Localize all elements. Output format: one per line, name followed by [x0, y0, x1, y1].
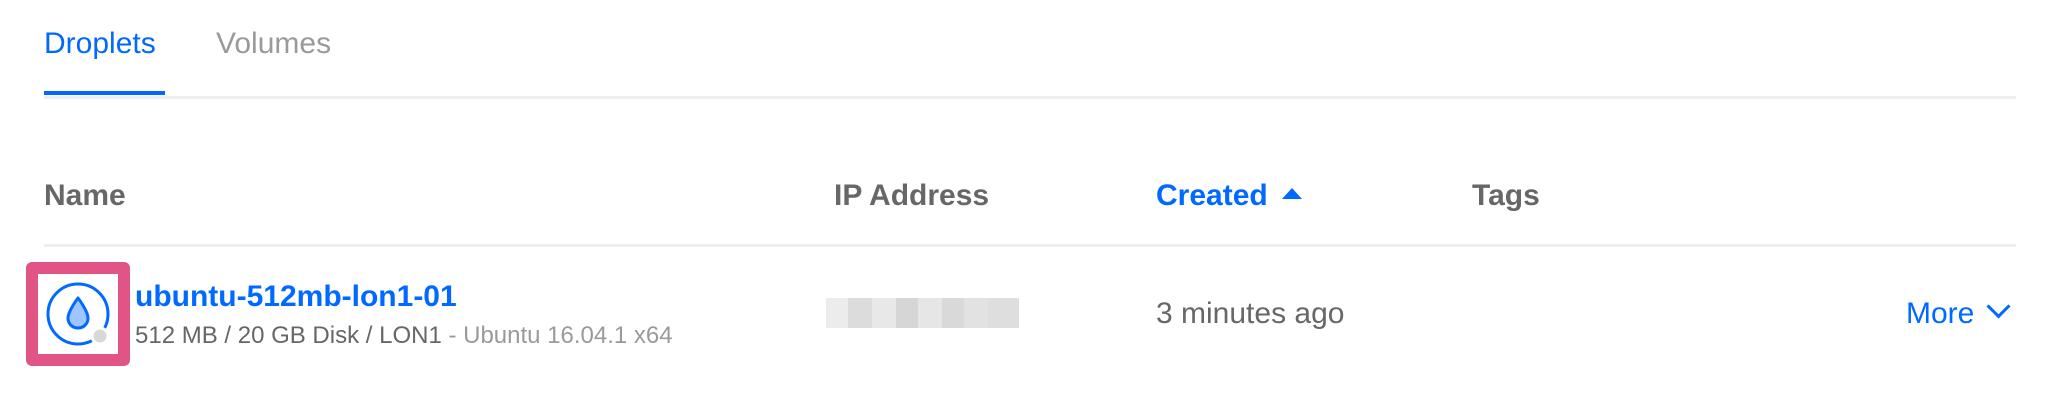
- column-header-ip-address[interactable]: IP Address: [834, 176, 989, 216]
- column-header-created-label: Created: [1156, 179, 1268, 212]
- table-header-divider: [44, 244, 2016, 247]
- created-time: 3 minutes ago: [1156, 297, 1345, 330]
- more-button-label: More: [1906, 297, 1975, 330]
- column-header-created[interactable]: Created: [1156, 176, 1302, 216]
- droplet-size-region: 512 MB / 20 GB Disk / LON1: [135, 322, 442, 349]
- chevron-down-icon: [1986, 294, 2011, 319]
- tab-droplets[interactable]: Droplets: [44, 24, 156, 64]
- column-header-name[interactable]: Name: [44, 176, 126, 216]
- sort-ascending-icon: [1281, 188, 1302, 199]
- more-button[interactable]: More: [1906, 294, 2011, 334]
- tab-volumes[interactable]: Volumes: [216, 24, 331, 64]
- active-tab-indicator: [44, 91, 165, 95]
- column-header-tags[interactable]: Tags: [1472, 176, 1540, 216]
- droplet-specs: 512 MB / 20 GB Disk / LON1 - Ubuntu 16.0…: [135, 320, 673, 352]
- ip-address-redacted: [826, 298, 1019, 328]
- droplet-icon[interactable]: [38, 274, 118, 354]
- droplet-name-link[interactable]: ubuntu-512mb-lon1-01: [135, 278, 457, 316]
- tab-bar: Droplets Volumes: [44, 0, 2016, 99]
- droplet-icon-highlight: [26, 262, 130, 366]
- droplet-icon-graphic: [46, 282, 110, 346]
- droplet-image: - Ubuntu 16.04.1 x64: [441, 322, 673, 349]
